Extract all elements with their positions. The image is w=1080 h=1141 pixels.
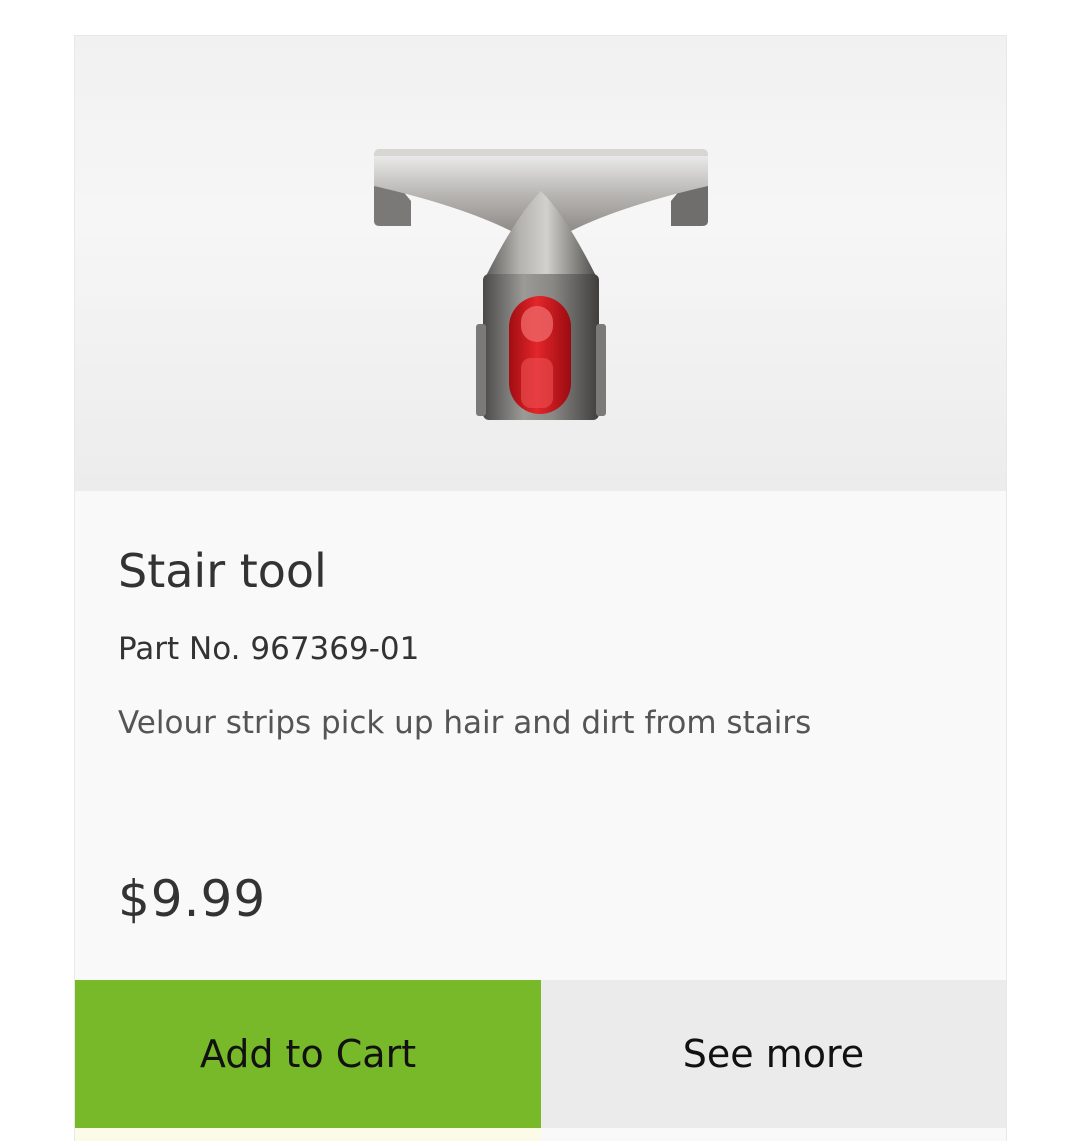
product-title[interactable]: Stair tool: [118, 541, 327, 601]
product-card: Stair tool Part No. 967369-01 Velour str…: [74, 35, 1007, 1141]
product-description: Velour strips pick up hair and dirt from…: [118, 705, 812, 741]
part-number: Part No. 967369-01: [118, 631, 420, 667]
next-card-edge: [75, 1128, 541, 1141]
card-actions: Add to Cart See more: [75, 980, 1006, 1128]
stair-tool-product-image: [374, 149, 708, 420]
product-price: $9.99: [118, 870, 267, 928]
add-to-cart-button[interactable]: Add to Cart: [75, 980, 541, 1128]
see-more-button[interactable]: See more: [541, 980, 1006, 1128]
product-image-area[interactable]: [75, 36, 1006, 491]
product-info: Stair tool Part No. 967369-01 Velour str…: [75, 491, 1006, 980]
